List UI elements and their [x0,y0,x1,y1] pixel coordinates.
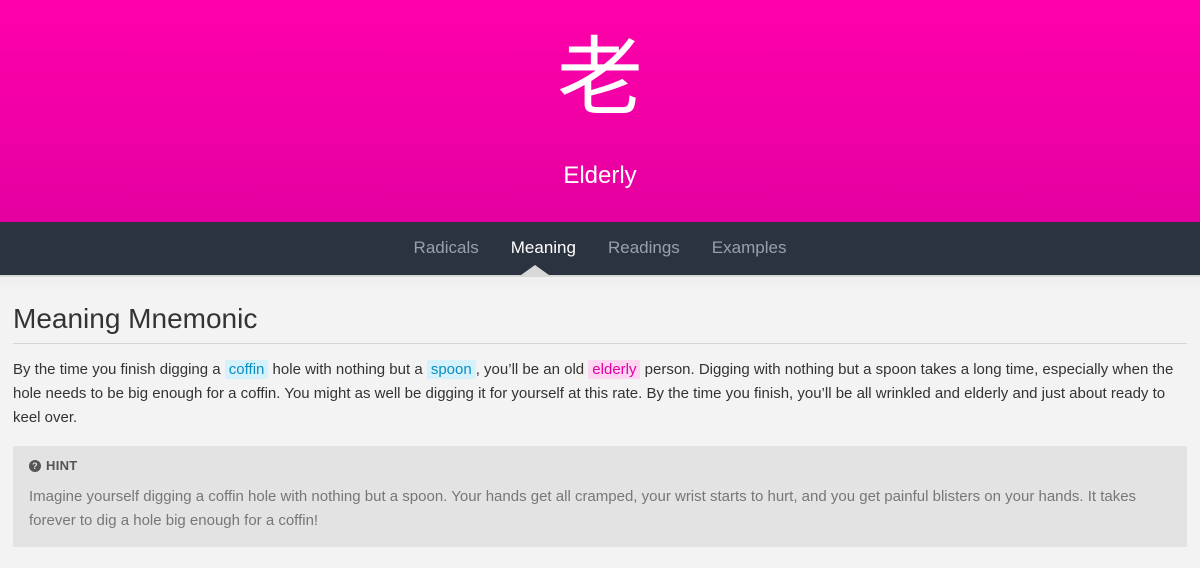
divider [0,275,1200,287]
kanji-header: 老 Elderly [0,0,1200,222]
question-icon: ? [29,459,41,472]
tab-radicals[interactable]: Radicals [414,236,479,260]
tab-meaning[interactable]: Meaning [511,236,576,260]
kanji-meaning: Elderly [563,162,637,189]
tab-readings[interactable]: Readings [608,236,680,260]
radical-highlight-spoon: spoon [426,360,476,379]
kanji-highlight-elderly: elderly [588,360,641,379]
section-title: Meaning Mnemonic [13,287,1187,344]
meaning-section: Meaning Mnemonic By the time you finish … [0,287,1200,568]
section-nav: Radicals Meaning Readings Examples [0,222,1200,275]
tab-examples[interactable]: Examples [712,236,787,260]
hint-box: ? HINT Imagine yourself digging a coffin… [13,446,1187,547]
mnemonic-text: , you’ll be an old [475,361,589,378]
active-tab-caret [521,265,549,275]
hint-label: HINT [46,458,78,473]
hint-header: ? HINT [29,458,1171,473]
meaning-mnemonic: By the time you finish digging a coffin … [13,358,1187,430]
hint-text: Imagine yourself digging a coffin hole w… [29,488,1137,529]
mnemonic-text: By the time you finish digging a [13,361,225,378]
mnemonic-text: hole with nothing but a [268,361,427,378]
kanji-character: 老 [557,28,643,128]
radical-highlight-coffin: coffin [224,360,269,379]
